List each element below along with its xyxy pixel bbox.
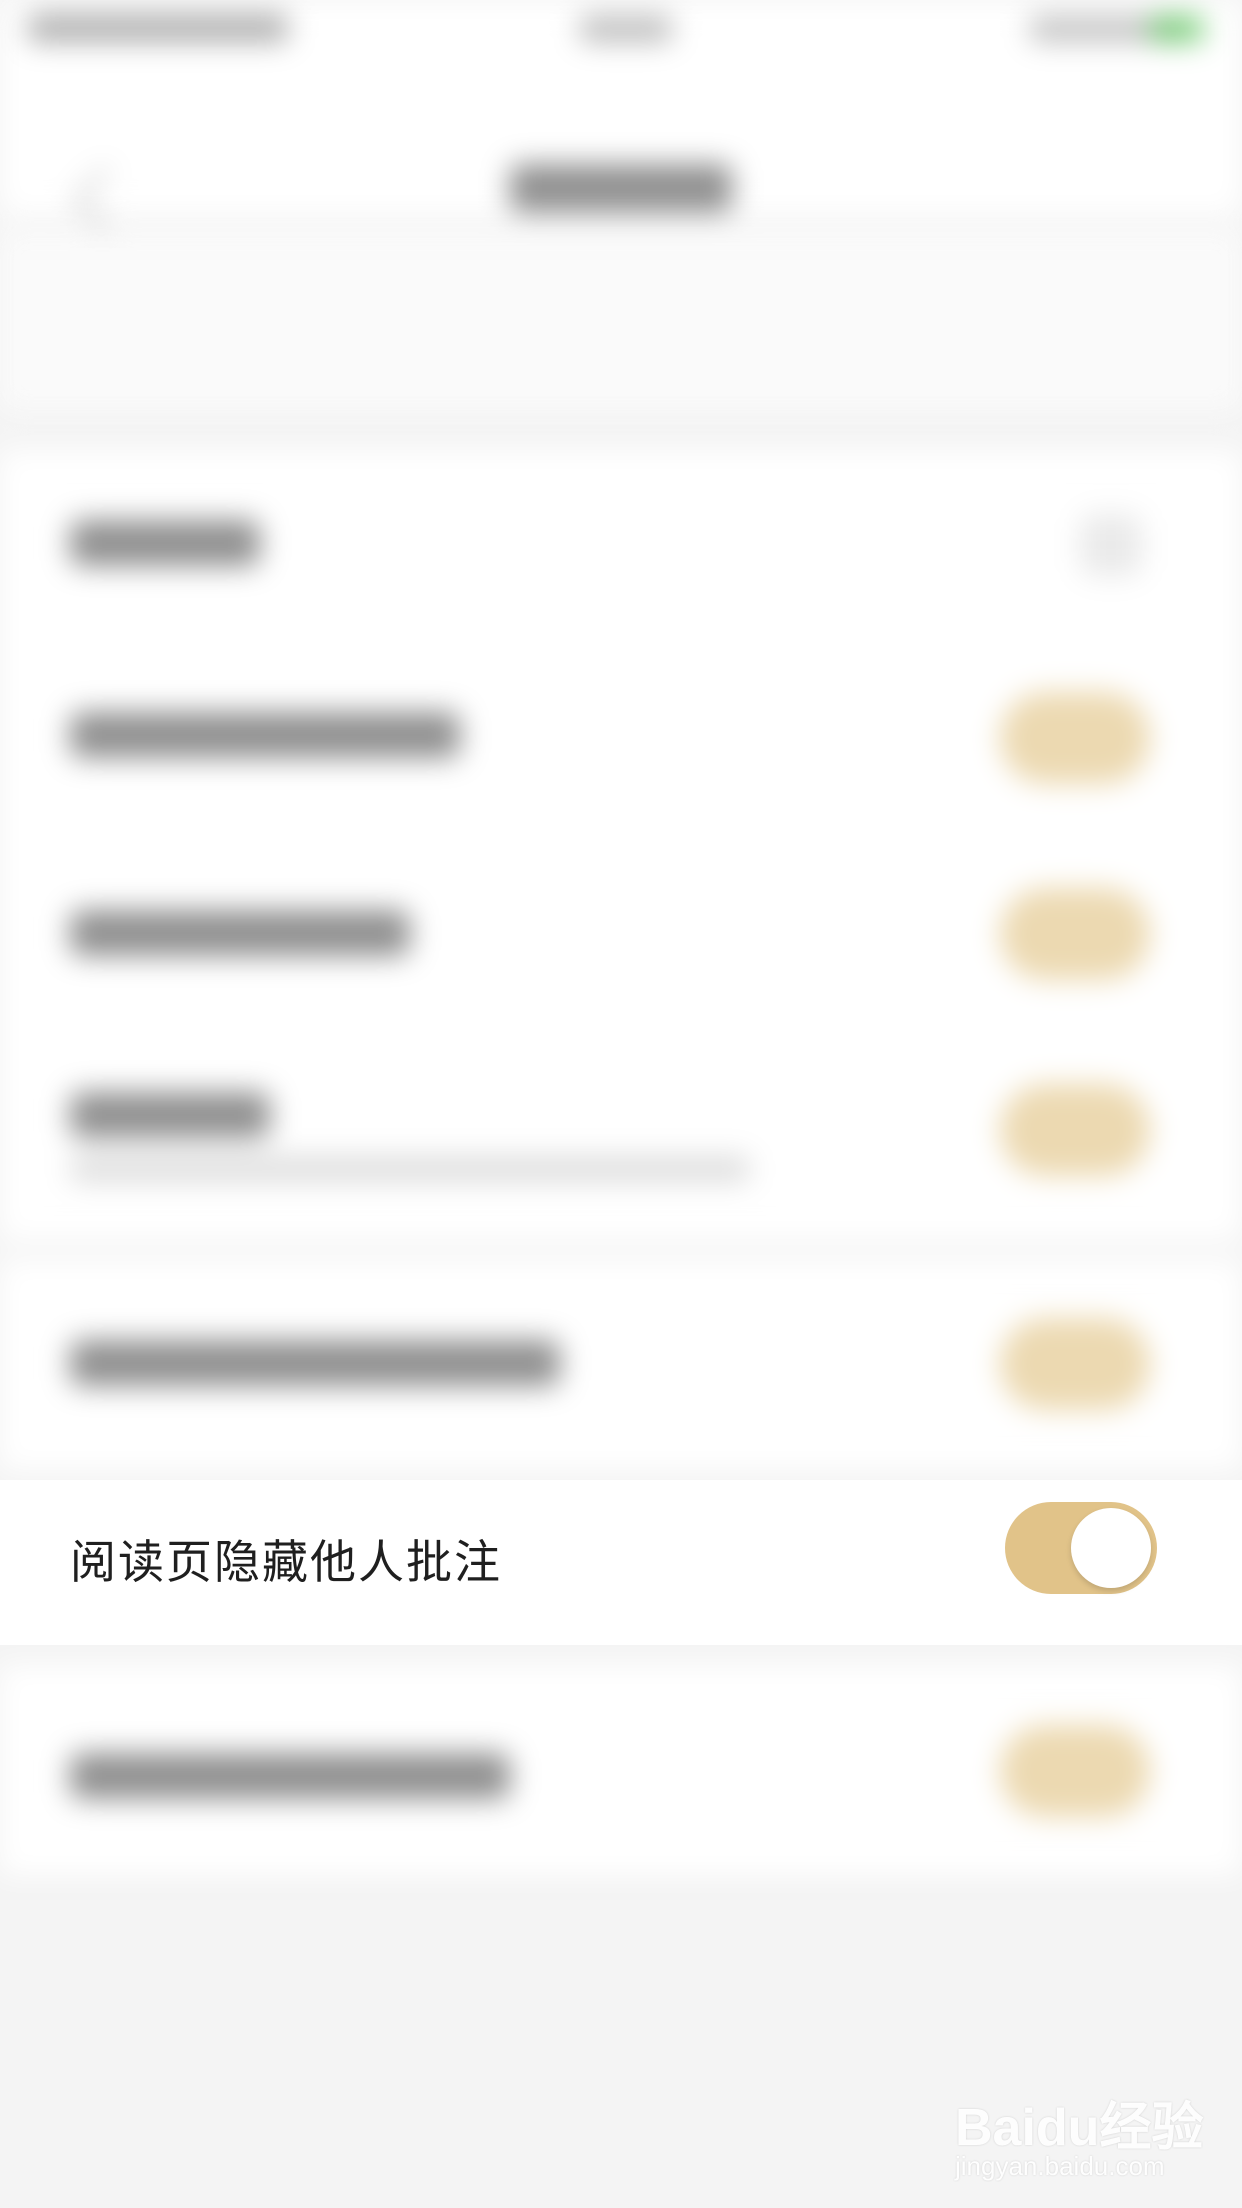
- watermark: Baidu经验 jingyan.baidu.com: [955, 2085, 1205, 2185]
- setting-label-blurred: [70, 910, 410, 956]
- back-chevron-icon[interactable]: [72, 166, 139, 233]
- settings-screen: 阅读页隐藏他人批注 Baidu经验 jingyan.baidu.com: [0, 0, 1242, 2208]
- status-bar: [0, 0, 1242, 64]
- setting-row-hide-others-annotations[interactable]: 阅读页隐藏他人批注: [0, 1480, 1242, 1645]
- setting-label-blurred: [70, 1753, 510, 1799]
- toggle-switch-icon[interactable]: [1000, 1318, 1150, 1410]
- toggle-knob: [1071, 1508, 1151, 1588]
- setting-label-blurred: [70, 712, 460, 758]
- setting-label-blurred: [70, 1340, 560, 1386]
- toggle-switch-icon[interactable]: [1000, 1084, 1150, 1176]
- page-title-blurred: [510, 164, 732, 212]
- reading-options-row: [0, 230, 1242, 572]
- toggle-switch-icon[interactable]: [1000, 692, 1150, 784]
- status-time: [580, 16, 672, 42]
- battery-icon: [1150, 16, 1204, 42]
- settings-group: [0, 450, 1242, 1240]
- setting-label-blurred: [70, 1092, 270, 1138]
- navigation-bar: [0, 64, 1242, 233]
- watermark-brand: Baidu经验: [955, 2099, 1204, 2157]
- settings-group: [0, 1665, 1242, 1875]
- settings-group: [0, 1260, 1242, 1470]
- watermark-url: jingyan.baidu.com: [955, 2151, 1165, 2181]
- toggle-switch-icon[interactable]: [1000, 1725, 1150, 1817]
- blurred-background: [0, 0, 1242, 2208]
- toggle-switch-icon[interactable]: [1005, 1502, 1157, 1594]
- status-carrier: [28, 14, 288, 42]
- setting-label: 阅读页隐藏他人批注: [70, 1535, 502, 1589]
- setting-label-blurred: [70, 520, 260, 566]
- chevron-right-icon[interactable]: [1080, 514, 1142, 576]
- setting-description-blurred: [70, 1156, 750, 1182]
- toggle-switch-icon[interactable]: [1000, 888, 1150, 980]
